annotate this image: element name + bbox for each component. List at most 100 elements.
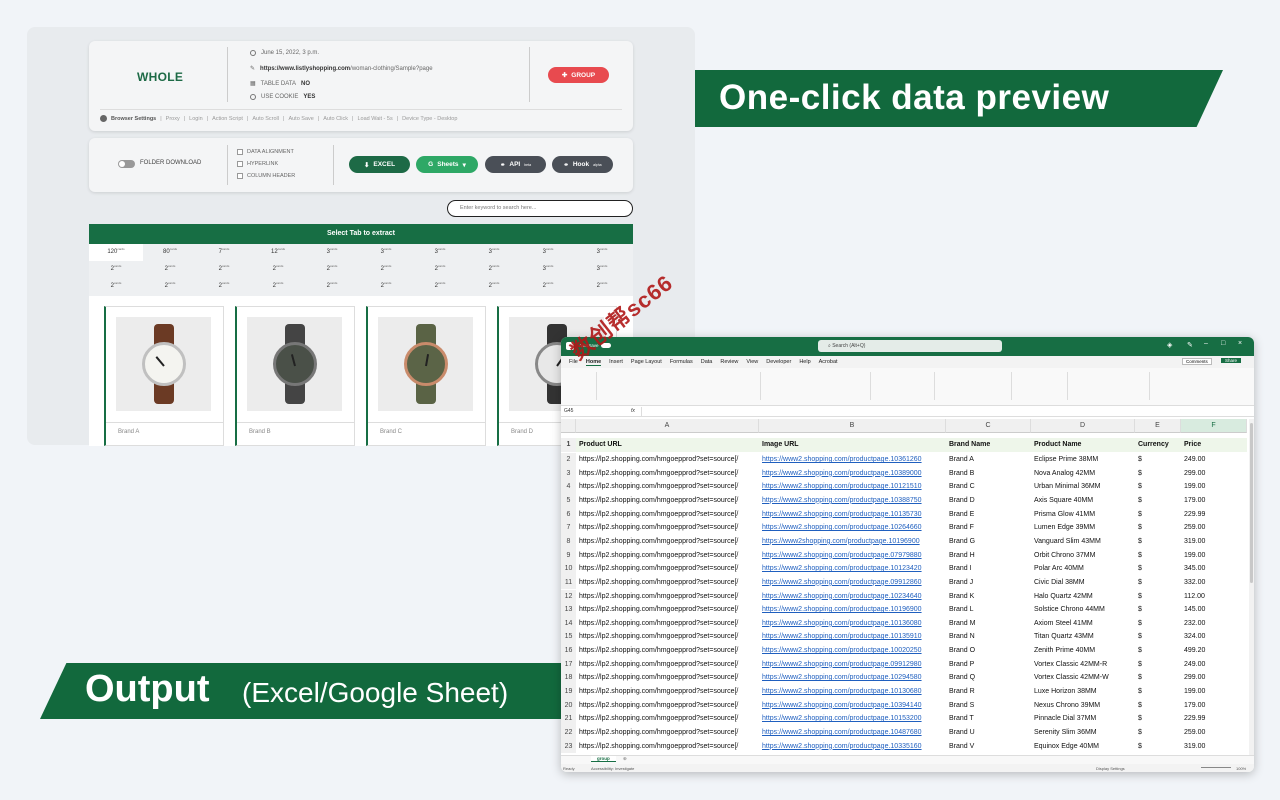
- tab-count-cell[interactable]: 2cards: [359, 264, 413, 272]
- login-link[interactable]: Login: [189, 116, 202, 122]
- table-cell[interactable]: https://www2.shopping.com/productpage.10…: [762, 644, 945, 658]
- tab-count-cell[interactable]: 2cards: [413, 281, 467, 289]
- menu-item-acrobat[interactable]: Acrobat: [819, 359, 838, 365]
- api-button[interactable]: ⚭ API beta: [485, 156, 546, 173]
- row-number[interactable]: 2: [561, 453, 576, 467]
- product-image[interactable]: [247, 317, 342, 411]
- table-cell[interactable]: https://www2.shopping.com/productpage.09…: [762, 576, 945, 590]
- row-number[interactable]: 5: [561, 493, 576, 508]
- proxy-link[interactable]: Proxy: [166, 116, 180, 122]
- menu-item-insert[interactable]: Insert: [609, 359, 623, 365]
- url-row[interactable]: ✎ https://www.listlyshopping.com/woman-cl…: [250, 65, 433, 73]
- comments-button[interactable]: Comments: [1182, 358, 1212, 365]
- pen-icon[interactable]: ✎: [1187, 341, 1193, 349]
- tab-count-cell[interactable]: 2cards: [521, 281, 575, 289]
- table-cell[interactable]: https://www2.shopping.com/productpage.10…: [762, 603, 945, 617]
- menu-item-formulas[interactable]: Formulas: [670, 359, 693, 365]
- menu-item-developer[interactable]: Developer: [766, 359, 791, 365]
- row-number[interactable]: 23: [561, 739, 576, 754]
- tab-count-cell[interactable]: 3cards: [305, 247, 359, 255]
- tab-count-cell[interactable]: 3cards: [521, 264, 575, 272]
- table-cell[interactable]: https://www2.shopping.com/productpage.10…: [762, 630, 945, 644]
- display-settings-button[interactable]: Display Settings: [1096, 766, 1125, 771]
- status-accessibility[interactable]: Accessibility: Investigate: [591, 766, 634, 771]
- cell-reference-box[interactable]: G45: [564, 408, 573, 414]
- formula-input[interactable]: [641, 407, 1241, 416]
- add-sheet-icon[interactable]: ⊕: [623, 756, 627, 762]
- table-cell[interactable]: https://www2.shopping.com/productpage.10…: [762, 590, 945, 604]
- tab-count-cell[interactable]: 120cards: [89, 247, 143, 255]
- tab-count-cell[interactable]: 2cards: [467, 281, 521, 289]
- column-header-checkbox[interactable]: COLUMN HEADER: [237, 173, 295, 179]
- data-alignment-checkbox[interactable]: DATA ALIGNMENT: [237, 149, 294, 155]
- row-number[interactable]: 21: [561, 712, 576, 726]
- auto-scroll-link[interactable]: Auto Scroll: [252, 116, 279, 122]
- share-button[interactable]: Share: [1221, 358, 1242, 363]
- maximize-icon[interactable]: □: [1221, 340, 1225, 347]
- browser-settings-link[interactable]: Browser Settings: [111, 116, 156, 122]
- tab-count-cell[interactable]: 80cards: [143, 247, 197, 255]
- tab-count-cell[interactable]: 3cards: [467, 247, 521, 255]
- column-header-c[interactable]: C: [946, 419, 1031, 433]
- excel-search-box[interactable]: ⌕ Search (Alt+Q): [818, 340, 1002, 352]
- tab-count-cell[interactable]: 3cards: [575, 264, 629, 272]
- tab-count-cell[interactable]: 3cards: [521, 247, 575, 255]
- column-header-b[interactable]: B: [759, 419, 946, 433]
- menu-item-help[interactable]: Help: [799, 359, 810, 365]
- row-number[interactable]: 16: [561, 644, 576, 658]
- menu-item-data[interactable]: Data: [701, 359, 713, 365]
- row-number[interactable]: 4: [561, 480, 576, 494]
- table-cell[interactable]: https://www2.shopping.com/productpage.10…: [762, 467, 945, 481]
- folder-download-toggle[interactable]: [118, 160, 135, 168]
- tab-count-cell[interactable]: 2cards: [413, 264, 467, 272]
- column-header-e[interactable]: E: [1135, 419, 1181, 433]
- product-image[interactable]: [378, 317, 473, 411]
- load-wait-link[interactable]: Load Wait - 5s: [357, 116, 392, 122]
- select-all-corner[interactable]: [561, 419, 576, 433]
- tab-count-cell[interactable]: 2cards: [575, 281, 629, 289]
- row-number[interactable]: 12: [561, 589, 576, 604]
- menu-item-view[interactable]: View: [746, 359, 758, 365]
- row-number[interactable]: 7: [561, 521, 576, 535]
- table-cell[interactable]: https://www2.shopping.com/productpage.10…: [762, 685, 945, 699]
- tab-count-cell[interactable]: 3cards: [359, 247, 413, 255]
- row-number[interactable]: 14: [561, 616, 576, 631]
- table-cell[interactable]: https://www2.shopping.com/productpage.10…: [762, 726, 945, 740]
- row-number[interactable]: 17: [561, 657, 576, 672]
- tab-count-cell[interactable]: 2cards: [305, 264, 359, 272]
- tab-count-cell[interactable]: 2cards: [197, 281, 251, 289]
- table-cell[interactable]: https://www2.shopping.com/productpage.10…: [762, 508, 945, 522]
- table-cell[interactable]: https://www2.shopping.com/productpage.07…: [762, 549, 945, 563]
- close-icon[interactable]: ×: [1238, 340, 1242, 347]
- tab-count-cell[interactable]: 2cards: [143, 281, 197, 289]
- menu-item-review[interactable]: Review: [720, 359, 738, 365]
- url-path[interactable]: /woman-clothing/Sample?page: [350, 66, 432, 72]
- row-number[interactable]: 10: [561, 562, 576, 576]
- product-card[interactable]: Brand B: [235, 306, 355, 446]
- row-number[interactable]: 18: [561, 671, 576, 686]
- column-header-d[interactable]: D: [1031, 419, 1135, 433]
- tab-count-cell[interactable]: 2cards: [467, 264, 521, 272]
- row-number[interactable]: 20: [561, 698, 576, 713]
- keyword-search-input[interactable]: Enter keyword to search here...: [447, 200, 633, 217]
- tab-count-cell[interactable]: 7cards: [197, 247, 251, 255]
- tab-count-cell[interactable]: 3cards: [413, 247, 467, 255]
- table-cell[interactable]: https://www2.shopping.com/productpage.10…: [762, 740, 945, 754]
- table-cell[interactable]: https://www2.shopping.com/productpage.09…: [762, 658, 945, 672]
- row-number[interactable]: 1: [561, 438, 576, 452]
- hyperlink-checkbox[interactable]: HYPERLINK: [237, 161, 278, 167]
- product-card[interactable]: Brand A: [104, 306, 224, 446]
- row-number[interactable]: 19: [561, 685, 576, 699]
- table-cell[interactable]: https://www2.shopping.com/productpage.10…: [762, 521, 945, 535]
- table-cell[interactable]: https://www2.shopping.com/productpage.10…: [762, 494, 945, 508]
- menu-item-file[interactable]: File: [569, 359, 578, 365]
- vertical-scrollbar[interactable]: [1249, 419, 1254, 755]
- tab-count-cell[interactable]: 2cards: [305, 281, 359, 289]
- auto-save-link[interactable]: Auto Save: [288, 116, 313, 122]
- menu-item-page-layout[interactable]: Page Layout: [631, 359, 662, 365]
- excel-button[interactable]: ⬇ EXCEL: [349, 156, 410, 173]
- table-cell[interactable]: https://www2.shopping.com/productpage.10…: [762, 453, 945, 467]
- device-type-link[interactable]: Device Type - Desktop: [402, 116, 457, 122]
- tab-count-cell[interactable]: 2cards: [89, 264, 143, 272]
- row-number[interactable]: 3: [561, 466, 576, 481]
